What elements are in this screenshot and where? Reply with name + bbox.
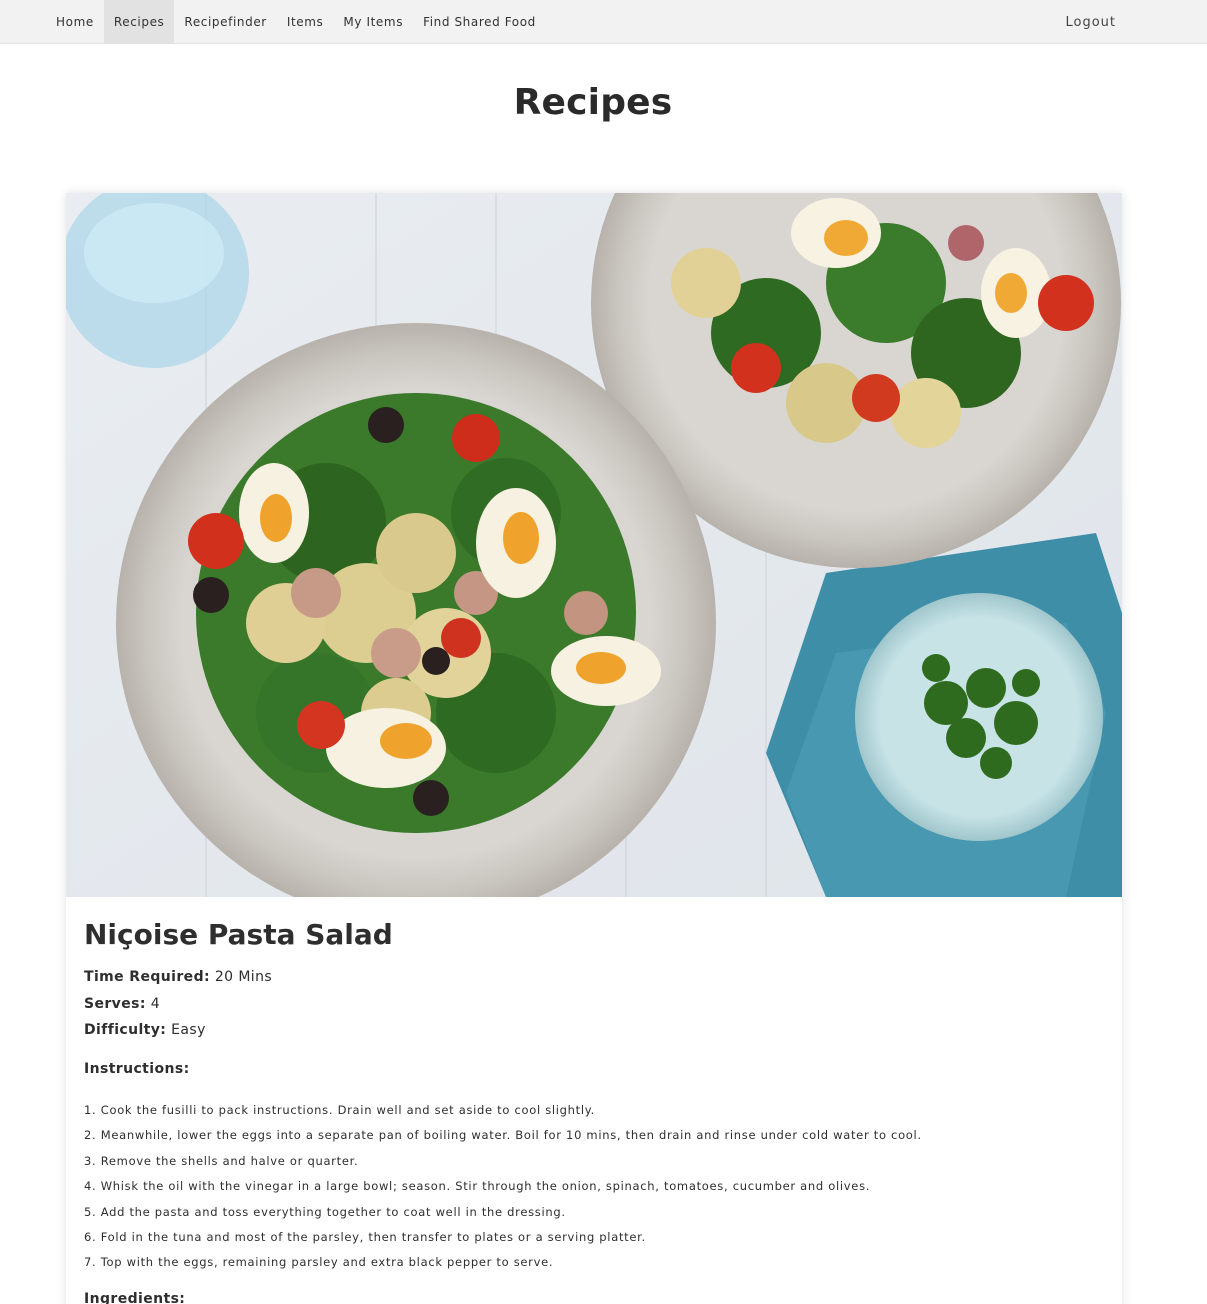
- instruction-step: 1. Cook the fusilli to pack instructions…: [84, 1103, 596, 1117]
- instruction-step: 5. Add the pasta and toss everything tog…: [84, 1204, 566, 1219]
- top-navbar: Home Recipes Recipefinder Items My Items…: [0, 0, 1207, 44]
- instruction-step: 7. Top with the eggs, remaining parsley …: [84, 1255, 554, 1270]
- nav-item-find-shared-food[interactable]: Find Shared Food: [413, 0, 546, 44]
- page-title: Recipes: [513, 82, 673, 123]
- nav-item-home[interactable]: Home: [46, 0, 104, 44]
- nav-item-recipefinder[interactable]: Recipefinder: [174, 0, 276, 44]
- recipe-image: [66, 193, 1122, 897]
- ingredients-heading: Ingredients:: [84, 1291, 186, 1304]
- instructions-list: 1. Cook the fusilli to pack instructions…: [84, 1102, 922, 1280]
- time-required-label: Time Required:: [84, 969, 210, 985]
- instruction-step: 3. Remove the shells and halve or quarte…: [84, 1153, 359, 1168]
- nav-item-my-items[interactable]: My Items: [333, 0, 413, 44]
- nav-item-items[interactable]: Items: [277, 0, 334, 44]
- difficulty-value: Easy: [171, 1022, 206, 1038]
- instruction-step: 6. Fold in the tuna and most of the pars…: [84, 1229, 646, 1244]
- difficulty: Difficulty: Easy: [84, 1022, 206, 1038]
- instructions-heading: Instructions:: [84, 1061, 190, 1077]
- nav-item-recipes[interactable]: Recipes: [103, 0, 175, 44]
- serves-value: 4: [150, 996, 161, 1012]
- recipe-card: Niçoise Pasta Salad Time Required: 20 Mi…: [66, 193, 1122, 1304]
- time-required: Time Required: 20 Mins: [84, 969, 272, 985]
- time-required-value: 20 Mins: [214, 969, 273, 985]
- instruction-step: 2. Meanwhile, lower the eggs into a sepa…: [84, 1128, 922, 1143]
- serves-label: Serves:: [84, 996, 146, 1012]
- nav-list: Home Recipes Recipefinder Items My Items…: [46, 0, 546, 44]
- serves: Serves: 4: [84, 996, 160, 1012]
- difficulty-label: Difficulty:: [84, 1022, 167, 1038]
- logout-link[interactable]: Logout: [1065, 0, 1116, 44]
- recipe-title: Niçoise Pasta Salad: [84, 918, 393, 951]
- instruction-step: 4. Whisk the oil with the vinegar in a l…: [84, 1179, 871, 1194]
